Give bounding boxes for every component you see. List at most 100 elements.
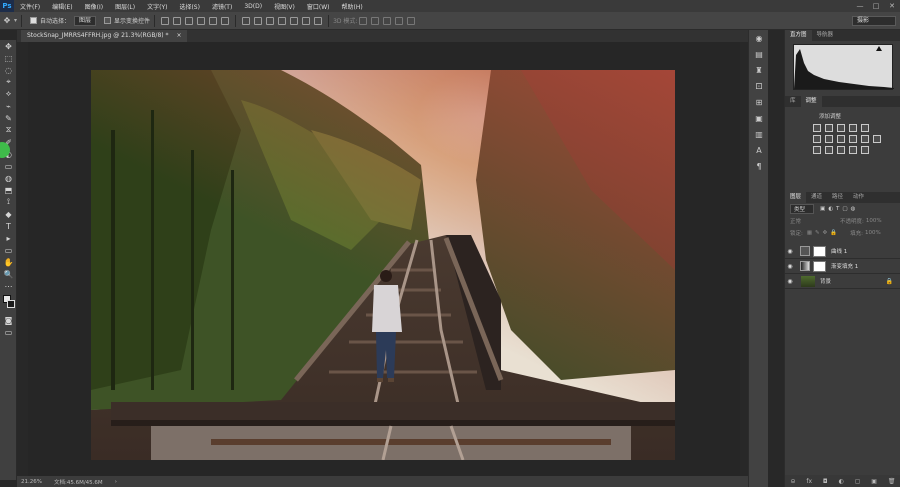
status-menu-arrow-icon[interactable]: › <box>115 479 117 485</box>
color-swatches[interactable] <box>0 292 16 314</box>
menu-edit[interactable]: 编辑(E) <box>46 2 78 11</box>
tab-histogram[interactable]: 直方图 <box>785 30 812 41</box>
align-hcenter-icon[interactable] <box>209 16 218 25</box>
move-tool-icon[interactable]: ✥ <box>0 16 14 25</box>
hue-saturation-icon[interactable] <box>813 135 821 143</box>
levels-icon[interactable] <box>825 124 833 132</box>
curves-icon[interactable] <box>837 124 845 132</box>
pen-tool-icon[interactable]: ◆ <box>0 208 17 220</box>
menu-view[interactable]: 视图(V) <box>268 2 301 11</box>
3d-roll-icon[interactable] <box>371 16 380 25</box>
show-transform-checkbox[interactable] <box>104 17 112 24</box>
brush-panel-icon[interactable]: ⊞ <box>749 94 769 110</box>
tab-channels[interactable]: 通道 <box>806 192 827 203</box>
quick-mask-icon[interactable]: ◙ <box>0 314 17 326</box>
path-select-tool-icon[interactable]: ▸ <box>0 232 17 244</box>
auto-align-icon[interactable] <box>314 16 323 25</box>
3d-scale-icon[interactable] <box>407 16 416 25</box>
menu-filter[interactable]: 滤镜(T) <box>206 2 238 11</box>
delete-layer-icon[interactable]: 🗑 <box>888 478 896 485</box>
lock-icons[interactable]: ▦✎✥🔒 <box>807 230 840 236</box>
menu-help[interactable]: 帮助(H) <box>336 2 369 11</box>
maximize-button[interactable]: □ <box>868 2 884 10</box>
auto-select-dropdown[interactable]: 图层 <box>74 15 97 26</box>
visibility-eye-icon[interactable]: ◉ <box>785 248 795 255</box>
layer-filter-dropdown[interactable]: 类型 <box>790 204 815 214</box>
marquee-tool-icon[interactable]: ⬚ <box>0 52 17 64</box>
dodge-tool-icon[interactable]: ⟟ <box>0 196 17 208</box>
document-tab[interactable]: StockSnap_JMRRS4FFRH.jpg @ 21.3%(RGB/8) … <box>21 30 188 42</box>
menu-type[interactable]: 文字(Y) <box>141 2 173 11</box>
3d-rotate-icon[interactable] <box>359 16 368 25</box>
invert-icon[interactable] <box>813 146 821 154</box>
align-bottom-icon[interactable] <box>185 16 194 25</box>
gradient-map-icon[interactable] <box>849 146 857 154</box>
info-panel-icon[interactable]: ⚀ <box>749 78 769 94</box>
tab-navigator[interactable]: 导航器 <box>812 30 839 41</box>
distribute-left-icon[interactable] <box>278 16 287 25</box>
opacity-value[interactable]: 100% <box>866 218 882 224</box>
menu-layer[interactable]: 图层(L) <box>109 2 141 11</box>
swatches-panel-icon[interactable]: ▣ <box>749 110 769 126</box>
add-style-icon[interactable]: fx <box>806 478 812 485</box>
3d-slide-icon[interactable] <box>395 16 404 25</box>
styles-panel-icon[interactable]: ▥ <box>749 126 769 142</box>
close-tab-icon[interactable]: × <box>176 32 181 39</box>
properties-panel-icon[interactable]: ▤ <box>749 46 769 62</box>
distribute-top-icon[interactable] <box>242 16 251 25</box>
menu-window[interactable]: 窗口(W) <box>301 2 336 11</box>
menu-image[interactable]: 图像(I) <box>79 2 109 11</box>
vibrance-icon[interactable] <box>861 124 869 132</box>
distribute-vcenter-icon[interactable] <box>254 16 263 25</box>
menu-3d[interactable]: 3D(D) <box>238 3 268 10</box>
distribute-bottom-icon[interactable] <box>266 16 275 25</box>
3d-drag-icon[interactable] <box>383 16 392 25</box>
type-tool-icon[interactable]: T <box>0 220 17 232</box>
selective-color-icon[interactable] <box>861 146 869 154</box>
layer-row-background[interactable]: ◉ 背景 🔒 <box>785 274 900 289</box>
paragraph-panel-icon[interactable]: ¶ <box>749 158 769 174</box>
add-mask-icon[interactable]: ◘ <box>823 478 828 485</box>
tab-actions[interactable]: 动作 <box>848 192 869 203</box>
blur-tool-icon[interactable]: ⬒ <box>0 184 17 196</box>
photo-filter-icon[interactable] <box>849 135 857 143</box>
layer-mask-thumb[interactable] <box>813 245 826 257</box>
exposure-icon[interactable] <box>849 124 857 132</box>
layer-mask-thumb[interactable] <box>813 260 826 272</box>
eraser-tool-icon[interactable]: ▭ <box>0 160 17 172</box>
zoom-level[interactable]: 21.26% <box>21 479 42 485</box>
visibility-eye-icon[interactable]: ◉ <box>785 263 795 270</box>
layer-filter-icons[interactable]: ▣◐T▢◍ <box>820 206 858 212</box>
layer-row-curves[interactable]: ◉ 曲线 1 <box>785 244 900 259</box>
minimize-button[interactable]: — <box>852 2 868 10</box>
shape-tool-icon[interactable]: ▭ <box>0 244 17 256</box>
tool-preset-arrow-icon[interactable]: ▾ <box>14 17 17 24</box>
menu-select[interactable]: 选择(S) <box>173 2 206 11</box>
align-left-icon[interactable] <box>197 16 206 25</box>
clone-source-panel-icon[interactable]: ♜ <box>749 62 769 78</box>
tab-adjustments[interactable]: 调整 <box>800 96 822 107</box>
posterize-icon[interactable] <box>825 146 833 154</box>
tab-libraries[interactable]: 库 <box>785 96 801 107</box>
workspace-dropdown[interactable]: 摄影 <box>852 15 896 26</box>
auto-select-checkbox[interactable] <box>30 17 38 24</box>
distribute-right-icon[interactable] <box>302 16 311 25</box>
link-layers-icon[interactable]: ⊝ <box>790 478 795 485</box>
3d-panel-icon[interactable]: ◉ <box>749 30 769 46</box>
zoom-tool-icon[interactable]: 🔍 <box>0 268 17 280</box>
color-lookup-icon[interactable] <box>873 135 881 143</box>
fill-value[interactable]: 100% <box>865 230 881 236</box>
distribute-hcenter-icon[interactable] <box>290 16 299 25</box>
tab-layers[interactable]: 图层 <box>785 192 807 203</box>
new-adjustment-icon[interactable]: ◐ <box>839 478 844 485</box>
quick-select-tool-icon[interactable]: ⌖ <box>0 76 17 88</box>
align-vcenter-icon[interactable] <box>173 16 182 25</box>
align-right-icon[interactable] <box>221 16 230 25</box>
healing-brush-tool-icon[interactable]: ✎ <box>0 112 17 124</box>
black-white-icon[interactable] <box>837 135 845 143</box>
threshold-icon[interactable] <box>837 146 845 154</box>
crop-tool-icon[interactable]: ⟡ <box>0 88 17 100</box>
layer-row-gradient-fill[interactable]: ◉ 渐变填充 1 <box>785 259 900 274</box>
color-balance-icon[interactable] <box>825 135 833 143</box>
blend-mode-dropdown[interactable]: 正常 <box>790 217 826 225</box>
